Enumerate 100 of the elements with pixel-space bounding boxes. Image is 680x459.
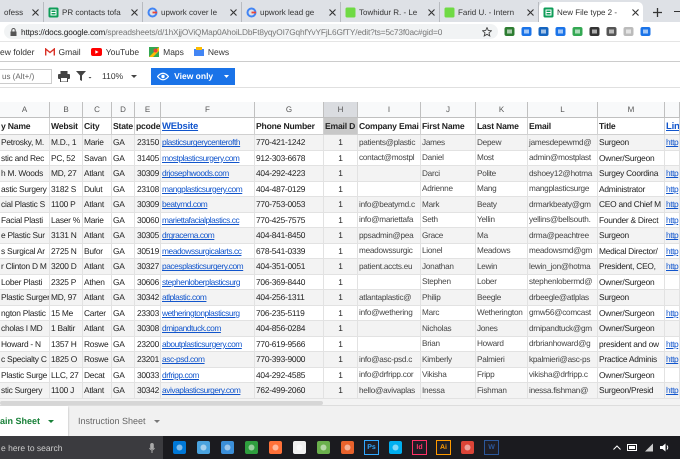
table-cell: Polite — [476, 166, 528, 182]
extension-icon[interactable] — [606, 26, 617, 37]
extension-icon[interactable] — [589, 26, 600, 37]
table-cell: atlantaplastic@ — [358, 290, 421, 306]
new-tab-icon[interactable] — [653, 8, 662, 16]
browser-tab[interactable]: PR contacts tofa — [44, 2, 143, 22]
table-cell: c Specialty C — [0, 352, 50, 368]
table-cell: Marie — [83, 135, 112, 150]
link-cell[interactable]: drnipandtuck.com — [161, 321, 255, 336]
column-letter[interactable]: I — [358, 102, 421, 118]
taskbar-app-icon[interactable] — [340, 440, 355, 455]
taskbar-search-field[interactable]: e here to search — [0, 436, 163, 459]
table-cell: Lewin — [476, 259, 528, 274]
link-cell[interactable]: http — [665, 166, 680, 182]
link-cell[interactable]: plasticsurgerycenterofth — [161, 135, 255, 150]
taskbar-app-icon[interactable] — [316, 440, 331, 455]
link-cell[interactable]: http — [665, 135, 680, 150]
taskbar-app-icon[interactable] — [460, 440, 475, 455]
battery-icon[interactable] — [627, 444, 638, 451]
browser-tab[interactable]: upwork lead ge — [242, 2, 341, 22]
table-cell: Atlant — [83, 166, 112, 182]
minimize-icon[interactable] — [674, 11, 680, 13]
link-cell[interactable]: http — [665, 197, 680, 212]
table-cell: 1 — [324, 166, 358, 182]
taskbar-app-icon[interactable] — [292, 440, 307, 455]
close-icon[interactable] — [632, 8, 639, 16]
bookmark-link[interactable]: Gmail — [44, 46, 81, 56]
table-cell: kpalmieri@asc-ps — [528, 352, 598, 368]
close-icon[interactable] — [32, 8, 39, 16]
link-cell[interactable]: http — [665, 352, 680, 368]
close-icon[interactable] — [428, 8, 435, 16]
column-letter[interactable]: D — [112, 102, 135, 118]
browser-tab[interactable]: upwork cover le — [143, 2, 242, 22]
bookmark-link[interactable]: ew folder — [0, 46, 34, 56]
column-letter[interactable]: B — [50, 102, 83, 118]
table-cell: Practice Adminis — [598, 352, 665, 368]
link-cell[interactable]: http — [665, 383, 680, 398]
close-icon[interactable] — [230, 8, 237, 16]
table-cell: 1 Baltir — [50, 321, 83, 336]
taskbar-app-icon[interactable] — [172, 440, 187, 455]
column-letter[interactable]: M — [598, 102, 665, 118]
link-cell[interactable]: pacesplasticsurgery.com — [161, 259, 255, 274]
sheet-tab[interactable]: ain Sheet — [0, 406, 68, 436]
column-letter[interactable]: K — [476, 102, 528, 118]
menu-search-field[interactable]: us (Alt+/) — [0, 68, 52, 84]
link-cell[interactable]: beatymd.com — [161, 197, 255, 212]
link-cell[interactable]: http — [665, 259, 680, 274]
table-cell: 404-292-4223 — [255, 166, 324, 182]
table-cell: MD, 27 — [50, 166, 83, 182]
table-cell: 404-256-1311 — [255, 290, 324, 306]
taskbar-app-icon[interactable] — [196, 440, 211, 455]
column-letter[interactable]: G — [255, 102, 324, 118]
browser-tab[interactable]: Towhidur R. - Le — [341, 2, 440, 22]
table-cell: 1 — [324, 197, 358, 212]
link-cell[interactable]: atlplastic.com — [161, 290, 255, 306]
table-cell: 762-499-2060 — [255, 383, 324, 398]
close-icon[interactable] — [131, 8, 138, 16]
bookmark-link[interactable]: YouTube — [90, 46, 140, 56]
print-icon[interactable] — [58, 70, 70, 82]
column-letter[interactable]: H — [324, 102, 358, 118]
close-icon[interactable] — [329, 8, 336, 16]
column-letter[interactable]: J — [421, 102, 476, 118]
table-cell: patient.accts.eu — [358, 259, 421, 274]
taskbar-app-icon[interactable] — [268, 440, 283, 455]
table-cell: Surgey Coordina — [598, 166, 665, 182]
sheet-tab[interactable]: Instruction Sheet — [68, 406, 170, 436]
browser-tab[interactable]: New File type 2 - — [539, 2, 643, 22]
filter-icon[interactable] — [76, 71, 92, 81]
column-letter[interactable]: F — [161, 102, 255, 118]
g-letter-icon — [246, 6, 257, 18]
link-cell[interactable]: avivaplasticsurgery.com — [161, 383, 255, 398]
link-cell[interactable]: http — [665, 228, 680, 244]
view-only-button[interactable]: View only — [151, 68, 236, 84]
link-cell[interactable]: drjosephwoods.com — [161, 166, 255, 182]
column-letter[interactable]: C — [83, 102, 112, 118]
bookmark-link[interactable]: Maps — [149, 46, 184, 56]
column-letter[interactable]: A — [0, 102, 50, 118]
taskbar-app-icon[interactable] — [220, 440, 235, 455]
address-bar[interactable]: https://docs.google.com/spreadsheets/d/1hXjjOViQMap0AhoiLDbFt8yqyOI7GqhfYvYFjL6GfTY/edit?ts=5c73f0ac#gid=0 — [4, 24, 498, 39]
wifi-icon[interactable] — [644, 443, 654, 452]
table-cell: James — [421, 135, 476, 150]
star-icon[interactable] — [482, 26, 492, 36]
zoom-dropdown[interactable]: 110% — [102, 71, 138, 81]
taskbar-app-icon[interactable] — [244, 440, 259, 455]
extension-icon[interactable] — [538, 26, 549, 37]
column-letter[interactable]: L — [528, 102, 598, 118]
table-cell: cial Plastic S — [0, 197, 50, 212]
table-cell: 30305 — [135, 228, 161, 244]
speaker-icon[interactable] — [660, 443, 670, 452]
taskbar-app-icon[interactable] — [388, 440, 403, 455]
link-cell[interactable]: drgracema.com — [161, 228, 255, 244]
bookmark-link[interactable]: News — [194, 46, 230, 56]
link-cell[interactable]: asc-psd.com — [161, 352, 255, 368]
map-icon — [149, 46, 160, 56]
close-icon[interactable] — [527, 8, 534, 16]
table-cell: 770-421-1242 — [255, 135, 324, 150]
table-cell: Atlant — [83, 259, 112, 274]
browser-tab[interactable]: ofess — [0, 2, 44, 22]
column-letter[interactable]: E — [135, 102, 161, 118]
chevron-up-icon[interactable] — [613, 445, 621, 450]
